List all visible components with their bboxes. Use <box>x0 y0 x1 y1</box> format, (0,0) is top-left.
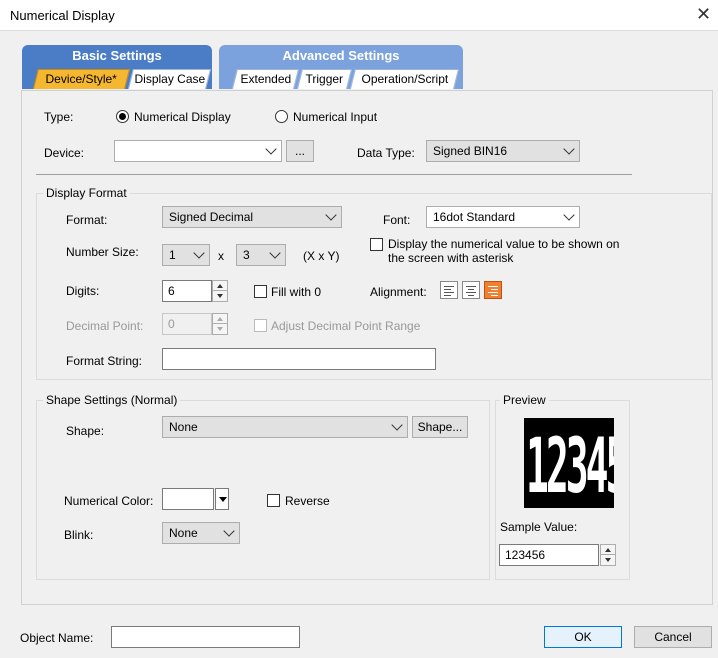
tab-display-case-label: Display Case <box>134 72 205 86</box>
sample-value-input[interactable]: 123456 <box>499 544 599 566</box>
blink-value: None <box>169 526 198 540</box>
number-size-y-value: 3 <box>243 248 250 262</box>
asterisk-label[interactable]: Display the numerical value to be shown … <box>388 237 638 265</box>
device-browse-button[interactable]: ... <box>286 140 314 162</box>
window-title: Numerical Display <box>10 8 115 23</box>
alignment-label: Alignment: <box>370 285 427 299</box>
numerical-color-swatch[interactable] <box>162 488 214 510</box>
reverse-label[interactable]: Reverse <box>285 494 330 508</box>
spin-down-icon[interactable] <box>213 291 227 301</box>
tab-device-style-label: Device/Style* <box>45 72 118 86</box>
reverse-checkbox[interactable] <box>267 494 280 507</box>
chevron-down-icon <box>193 247 205 259</box>
adjust-decimal-label[interactable]: Adjust Decimal Point Range <box>271 319 420 333</box>
chevron-down-icon <box>269 247 281 259</box>
chevron-down-icon <box>325 209 337 221</box>
shape-button[interactable]: Shape... <box>412 416 468 438</box>
number-size-label: Number Size: <box>66 245 139 259</box>
type-label: Type: <box>44 110 74 124</box>
shape-value: None <box>169 420 198 434</box>
preview-group-label: Preview <box>500 393 549 407</box>
font-label: Font: <box>383 213 411 227</box>
cancel-button[interactable]: Cancel <box>634 626 712 648</box>
tab-extended[interactable]: Extended <box>232 69 299 89</box>
tab-operation-script[interactable]: Operation/Script <box>350 69 459 89</box>
shape-settings-group-label: Shape Settings (Normal) <box>43 393 181 407</box>
font-value: 16dot Standard <box>433 210 516 224</box>
adjust-decimal-checkbox[interactable] <box>254 319 267 332</box>
tab-trigger[interactable]: Trigger <box>297 69 352 89</box>
shape-select[interactable]: None <box>162 416 408 438</box>
format-select[interactable]: Signed Decimal <box>162 206 342 228</box>
display-format-group-label: Display Format <box>43 186 130 200</box>
font-select[interactable]: 16dot Standard <box>426 206 580 228</box>
chevron-down-icon <box>223 525 235 537</box>
object-name-input[interactable] <box>111 626 300 648</box>
spin-up-icon[interactable] <box>213 281 227 291</box>
tab-display-case[interactable]: Display Case <box>128 69 211 89</box>
format-label: Format: <box>66 213 108 227</box>
divider <box>36 174 632 175</box>
chevron-down-icon <box>563 143 575 155</box>
color-dropdown-icon[interactable] <box>215 488 229 510</box>
spin-up-icon[interactable] <box>213 314 227 324</box>
close-icon[interactable]: ✕ <box>696 4 711 25</box>
xy-label: (X x Y) <box>303 249 340 263</box>
spin-up-icon[interactable] <box>601 545 615 555</box>
radio-numerical-input-label[interactable]: Numerical Input <box>293 110 377 124</box>
sample-value-label: Sample Value: <box>500 520 578 534</box>
decimal-point-spinner[interactable] <box>212 313 228 335</box>
shape-label: Shape: <box>66 424 105 438</box>
numerical-color-label: Numerical Color: <box>64 494 154 508</box>
decimal-point-input[interactable]: 0 <box>162 313 212 335</box>
fill-zero-label[interactable]: Fill with 0 <box>271 285 321 299</box>
object-name-label: Object Name: <box>20 631 94 645</box>
tab-device-style[interactable]: Device/Style* <box>33 69 130 89</box>
digits-spinner[interactable] <box>212 280 228 302</box>
chevron-down-icon <box>391 419 403 431</box>
digits-input[interactable]: 6 <box>162 280 212 302</box>
device-combo[interactable] <box>114 140 282 162</box>
data-type-select[interactable]: Signed BIN16 <box>426 140 580 162</box>
preview-display: 123456 <box>524 418 614 508</box>
align-left-icon[interactable] <box>440 281 458 299</box>
data-type-label: Data Type: <box>357 146 415 160</box>
preview-digits: 123456 <box>526 422 614 508</box>
format-value: Signed Decimal <box>169 210 254 224</box>
number-size-y-select[interactable]: 3 <box>236 244 286 266</box>
tab-trigger-label: Trigger <box>305 72 344 86</box>
number-size-x-value: 1 <box>169 248 176 262</box>
decimal-point-label: Decimal Point: <box>66 319 144 333</box>
radio-numerical-display-label[interactable]: Numerical Display <box>134 110 231 124</box>
fill-zero-checkbox[interactable] <box>254 285 267 298</box>
format-string-input[interactable] <box>162 348 436 370</box>
spin-down-icon[interactable] <box>213 324 227 334</box>
chevron-down-icon <box>563 209 575 221</box>
spin-down-icon[interactable] <box>601 555 615 565</box>
radio-numerical-input[interactable] <box>275 110 288 123</box>
tab-operation-script-label: Operation/Script <box>361 72 448 86</box>
ok-button[interactable]: OK <box>544 626 622 648</box>
align-right-icon[interactable] <box>484 281 502 299</box>
sample-value-spinner[interactable] <box>600 544 616 566</box>
data-type-value: Signed BIN16 <box>433 144 508 158</box>
times-label: x <box>218 249 224 263</box>
chevron-down-icon <box>265 143 277 155</box>
align-center-icon[interactable] <box>462 281 480 299</box>
blink-label: Blink: <box>64 528 94 542</box>
device-label: Device: <box>44 146 85 160</box>
blink-select[interactable]: None <box>162 522 240 544</box>
radio-numerical-display[interactable] <box>116 110 129 123</box>
tab-extended-label: Extended <box>240 72 291 86</box>
number-size-x-select[interactable]: 1 <box>162 244 210 266</box>
format-string-label: Format String: <box>66 354 143 368</box>
asterisk-checkbox[interactable] <box>370 238 383 251</box>
digits-label: Digits: <box>66 284 100 298</box>
